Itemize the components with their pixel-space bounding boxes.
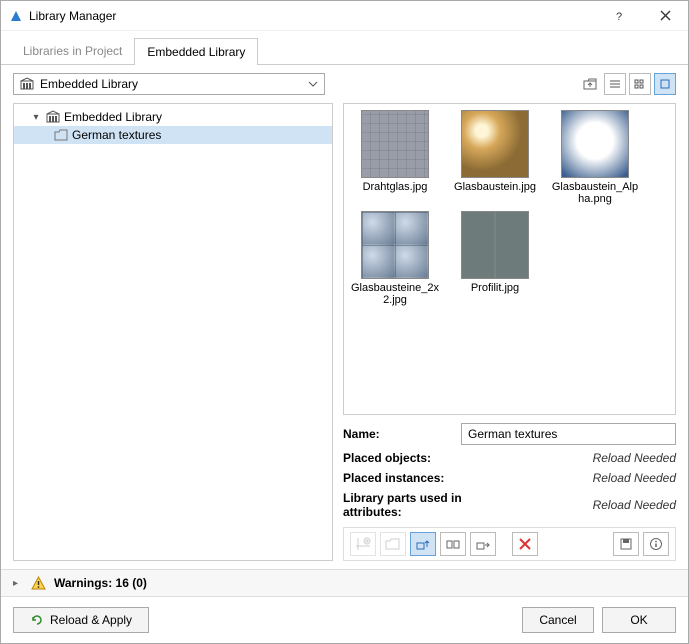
titlebar: Library Manager ? (1, 1, 688, 31)
view-list-button[interactable] (604, 73, 626, 95)
thumbnail-label: Glasbaustein.jpg (450, 181, 540, 193)
ok-button[interactable]: OK (602, 607, 676, 633)
folder-up-button[interactable] (579, 73, 601, 95)
svg-text:?: ? (616, 11, 622, 22)
warnings-text: Warnings: 16 (0) (54, 576, 147, 590)
help-button[interactable]: ? (596, 1, 642, 31)
tree-label: Embedded Library (64, 110, 162, 124)
thumbnail-image (361, 110, 429, 178)
name-input[interactable] (461, 423, 676, 445)
app-icon (9, 9, 23, 23)
reload-apply-label: Reload & Apply (50, 613, 132, 627)
warnings-bar[interactable]: ▸ Warnings: 16 (0) (1, 569, 688, 597)
name-label: Name: (343, 427, 453, 441)
close-button[interactable] (642, 1, 688, 31)
info-button[interactable] (643, 532, 669, 556)
thumb-drahtglas[interactable]: Drahtglas.jpg (350, 110, 440, 205)
chevron-down-icon: ▾ (30, 112, 42, 123)
view-large-icons-button[interactable] (654, 73, 676, 95)
save-button[interactable] (613, 532, 639, 556)
thumb-glasbaustein[interactable]: Glasbaustein.jpg (450, 110, 540, 205)
folder-icon (54, 129, 68, 141)
library-icon (46, 110, 60, 124)
tab-embedded-library[interactable]: Embedded Library (134, 38, 258, 65)
new-object-button[interactable] (350, 532, 376, 556)
thumbnail-label: Drahtglas.jpg (350, 181, 440, 193)
chevron-right-icon: ▸ (13, 578, 23, 589)
chevron-down-icon (308, 81, 318, 87)
placed-instances-value: Reload Needed (514, 471, 677, 485)
view-small-icons-button[interactable] (629, 73, 651, 95)
thumbnail-image (561, 110, 629, 178)
library-selector-label: Embedded Library (40, 77, 138, 91)
move-up-button[interactable] (410, 532, 436, 556)
thumb-glasbaustein-alpha[interactable]: Glasbaustein_Alpha.png (550, 110, 640, 205)
thumbnail-label: Profilit.jpg (450, 282, 540, 294)
reload-icon (30, 613, 44, 627)
thumbnail-image (461, 211, 529, 279)
tab-strip: Libraries in Project Embedded Library (1, 31, 688, 65)
thumbnail-image (361, 211, 429, 279)
thumbnail-label: Glasbausteine_2x2.jpg (350, 282, 440, 306)
delete-button[interactable] (512, 532, 538, 556)
tree-root-embedded-library[interactable]: ▾ Embedded Library (14, 108, 332, 126)
cancel-button[interactable]: Cancel (522, 607, 594, 633)
thumbnail-image (461, 110, 529, 178)
library-icon (20, 77, 34, 91)
new-folder-button[interactable] (380, 532, 406, 556)
tree-label: German textures (72, 128, 161, 142)
tab-libraries-in-project[interactable]: Libraries in Project (11, 38, 134, 65)
thumbnail-gallery[interactable]: Drahtglas.jpg Glasbaustein.jpg Glasbaust… (343, 103, 676, 415)
tree-folder-german-textures[interactable]: German textures (14, 126, 332, 144)
placed-instances-label: Placed instances: (343, 471, 506, 485)
placed-objects-label: Placed objects: (343, 451, 506, 465)
gallery-toolbar (343, 527, 676, 561)
library-selector[interactable]: Embedded Library (13, 73, 325, 95)
duplicate-button[interactable] (440, 532, 466, 556)
thumb-glasbausteine-2x2[interactable]: Glasbausteine_2x2.jpg (350, 211, 440, 306)
library-tree[interactable]: ▾ Embedded Library German textures (13, 103, 333, 561)
reload-apply-button[interactable]: Reload & Apply (13, 607, 149, 633)
library-parts-value: Reload Needed (514, 498, 677, 512)
thumbnail-label: Glasbaustein_Alpha.png (550, 181, 640, 205)
move-out-button[interactable] (470, 532, 496, 556)
placed-objects-value: Reload Needed (514, 451, 677, 465)
window-title: Library Manager (29, 9, 596, 23)
library-parts-label: Library parts used in attributes: (343, 491, 506, 519)
warning-icon (31, 576, 46, 590)
thumb-profilit[interactable]: Profilit.jpg (450, 211, 540, 306)
